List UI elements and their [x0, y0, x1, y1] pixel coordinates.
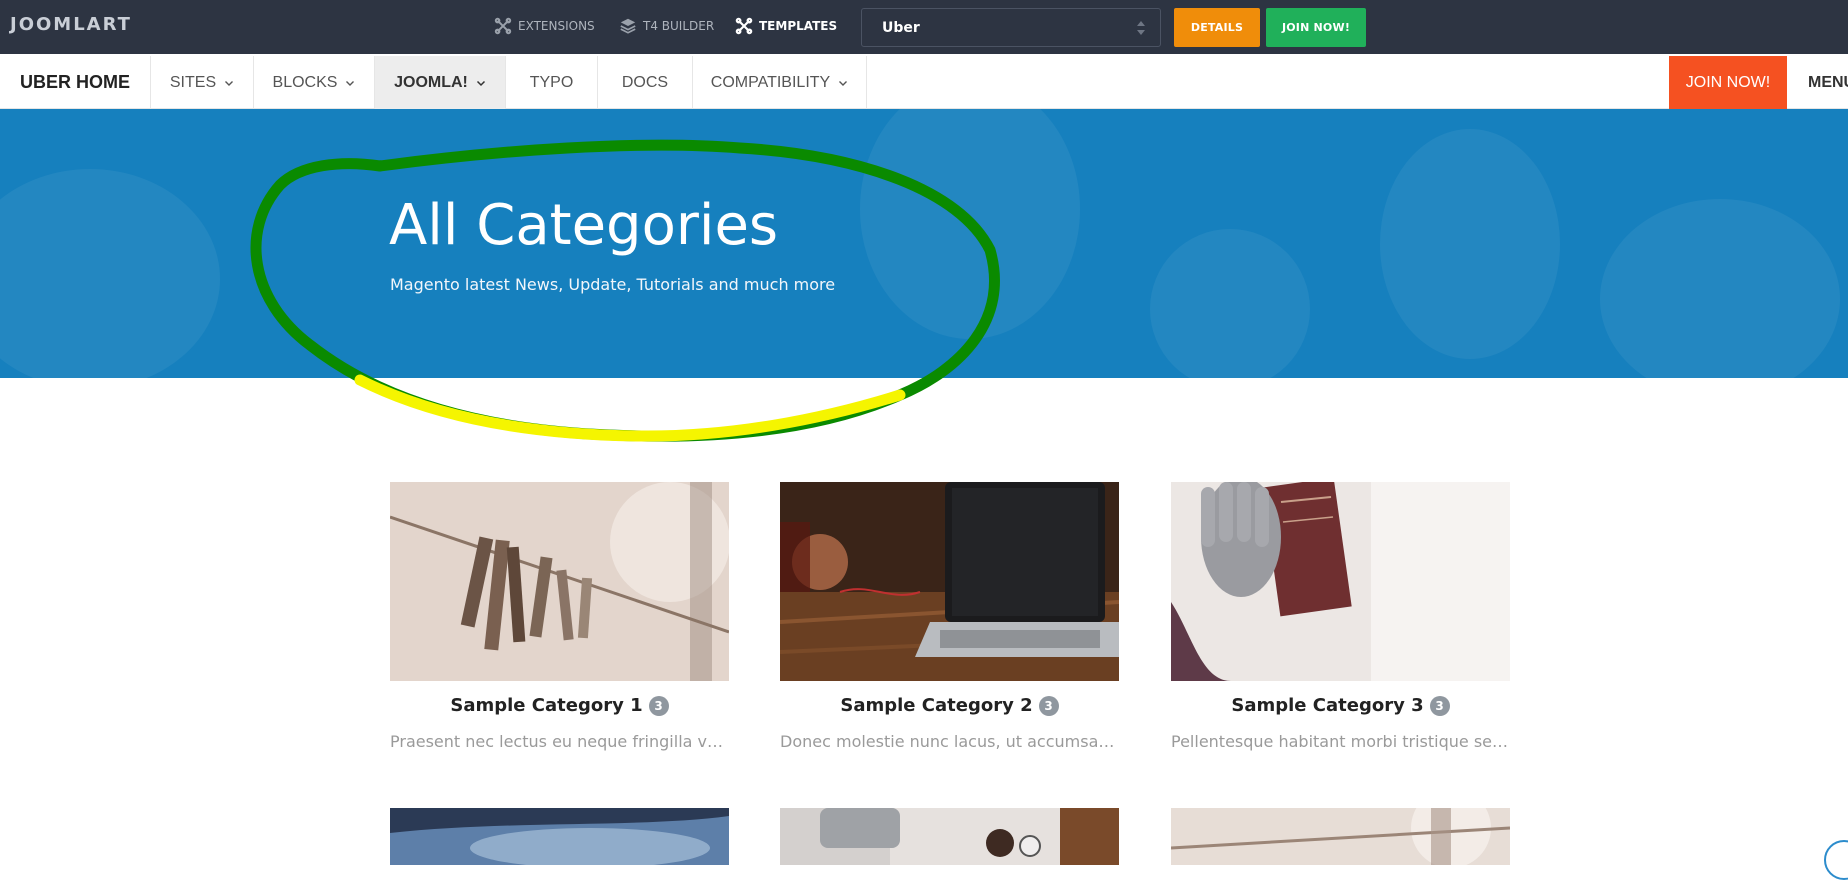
category-thumbnail[interactable] — [1171, 482, 1510, 681]
category-description: Donec molestie nunc lacus, ut accumsan s… — [780, 732, 1119, 751]
sky-image — [390, 808, 729, 865]
nav-item-compatibility-label: COMPATIBILITY — [710, 73, 831, 91]
phone-desk-image — [780, 808, 1119, 865]
join-now-button[interactable]: JOIN NOW! — [1266, 8, 1366, 47]
book-glove-image — [1171, 482, 1510, 681]
nav-item-compatibility[interactable]: COMPATIBILITY — [693, 56, 867, 109]
category-thumbnail[interactable] — [780, 482, 1119, 681]
category-description: Praesent nec lectus eu neque fringilla v… — [390, 732, 729, 751]
category-card[interactable]: Sample Category 3 3 Pellentesque habitan… — [1171, 482, 1510, 751]
nav-item-joomla-label: JOOMLA! — [394, 73, 468, 91]
select-arrows-icon — [1137, 21, 1145, 35]
category-thumbnail[interactable] — [390, 808, 729, 865]
main-nav: UBER HOME SITES BLOCKS JOOMLA! TYPO DOCS… — [0, 56, 1848, 109]
category-count-badge: 3 — [648, 695, 669, 716]
clothespins-image — [390, 482, 729, 681]
category-title[interactable]: Sample Category 3 3 — [1171, 695, 1510, 716]
nav-item-sites-label: SITES — [169, 73, 217, 91]
menu-button[interactable]: MENU — [1808, 56, 1848, 109]
page-subtitle: Magento latest News, Update, Tutorials a… — [390, 275, 836, 294]
category-title-text: Sample Category 2 — [840, 695, 1033, 716]
template-select-value: Uber — [882, 20, 920, 36]
extensions-link[interactable]: EXTENSIONS — [494, 17, 595, 35]
layers-icon — [620, 18, 636, 34]
hero-banner: All Categories Magento latest News, Upda… — [0, 109, 1848, 378]
templates-label: TEMPLATES — [759, 19, 838, 33]
t4-builder-link[interactable]: T4 BUILDER — [619, 17, 714, 35]
category-title-text: Sample Category 1 — [450, 695, 643, 716]
templates-link[interactable]: TEMPLATES — [735, 17, 837, 35]
chevron-down-icon — [225, 80, 234, 86]
template-select[interactable]: Uber — [861, 8, 1161, 47]
joomla-icon — [494, 17, 512, 35]
category-count-badge: 3 — [1038, 695, 1059, 716]
category-thumbnail[interactable] — [780, 808, 1119, 865]
chevron-down-icon — [839, 80, 848, 86]
chevron-down-icon — [476, 80, 485, 86]
joomla-icon — [735, 17, 753, 35]
nav-item-sites[interactable]: SITES — [151, 56, 254, 109]
clothespins-image-2 — [1171, 808, 1510, 865]
laptop-desk-image — [780, 482, 1119, 681]
chevron-down-icon — [346, 80, 355, 86]
hero-bg-shape — [0, 169, 220, 378]
nav-item-blocks-label: BLOCKS — [272, 73, 338, 91]
category-title-text: Sample Category 3 — [1231, 695, 1424, 716]
category-card[interactable]: Sample Category 1 3 Praesent nec lectus … — [390, 482, 729, 751]
hero-bg-shape — [1380, 129, 1560, 359]
extensions-label: EXTENSIONS — [518, 19, 595, 33]
hero-bg-shape — [1150, 229, 1310, 378]
category-description: Pellentesque habitant morbi tristique se… — [1171, 732, 1510, 751]
hero-bg-shape — [1600, 199, 1840, 378]
top-bar: JOOMLART EXTENSIONS T4 BUILDER TEMPLATES… — [0, 0, 1848, 54]
nav-join-now-button[interactable]: JOIN NOW! — [1669, 56, 1787, 109]
category-title[interactable]: Sample Category 2 3 — [780, 695, 1119, 716]
t4-builder-label: T4 BUILDER — [643, 19, 715, 33]
category-thumbnail[interactable] — [1171, 808, 1510, 865]
nav-item-blocks[interactable]: BLOCKS — [254, 56, 375, 109]
category-card[interactable]: Sample Category 2 3 Donec molestie nunc … — [780, 482, 1119, 751]
details-button[interactable]: DETAILS — [1174, 8, 1260, 47]
category-count-badge: 3 — [1429, 695, 1450, 716]
scroll-to-top-button[interactable] — [1824, 840, 1848, 880]
category-title[interactable]: Sample Category 1 3 — [390, 695, 729, 716]
page-title: All Categories — [389, 193, 779, 258]
nav-item-docs[interactable]: DOCS — [598, 56, 693, 109]
nav-item-joomla[interactable]: JOOMLA! — [375, 56, 506, 109]
joomlart-logo[interactable]: JOOMLART — [10, 14, 132, 35]
hero-bg-shape — [860, 109, 1080, 339]
category-thumbnail[interactable] — [390, 482, 729, 681]
site-brand[interactable]: UBER HOME — [0, 56, 151, 109]
nav-item-typo[interactable]: TYPO — [506, 56, 598, 109]
